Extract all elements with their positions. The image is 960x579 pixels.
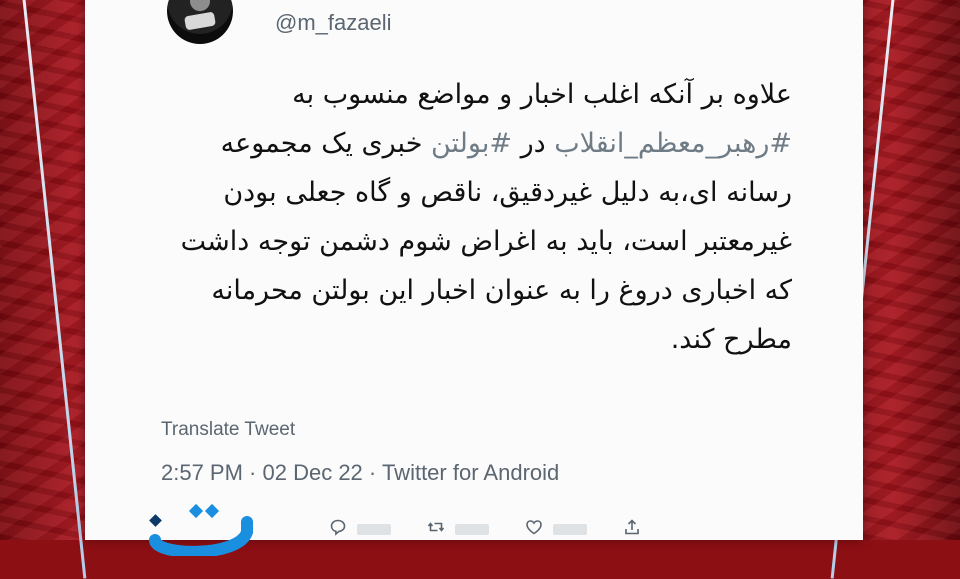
reply-count-placeholder <box>357 524 391 535</box>
user-handle[interactable]: @m_fazaeli <box>275 10 392 36</box>
tweet-text: علاوه بر آنکه اغلب اخبار و مواضع منسوب ب… <box>180 70 792 364</box>
tweet-date[interactable]: 02 Dec 22 <box>263 460 363 485</box>
tweet-card: @m_fazaeli علاوه بر آنکه اغلب اخبار و مو… <box>85 0 863 556</box>
meta-separator: · <box>362 460 382 485</box>
tweet-text-segment: علاوه بر آنکه اغلب اخبار و مواضع منسوب ب… <box>292 79 792 110</box>
tweet-time[interactable]: 2:57 PM <box>161 460 243 485</box>
hashtag-link[interactable]: #بولتن <box>431 128 512 159</box>
share-icon <box>625 519 639 535</box>
hashtag-link[interactable]: #رهبر_معظم_انقلاب <box>554 128 792 159</box>
tweet-metadata: 2:57 PM · 02 Dec 22 · Twitter for Androi… <box>161 460 559 486</box>
translate-tweet-link[interactable]: Translate Tweet <box>161 419 295 441</box>
tweet-text-segment: خبری یک مجموعه رسانه ای،به دلیل غیردقیق،… <box>180 128 792 355</box>
news-agency-logo <box>149 503 253 556</box>
reply-icon <box>330 519 346 536</box>
like-count-placeholder <box>553 524 587 535</box>
retweet-icon <box>427 522 445 532</box>
like-icon <box>526 520 542 535</box>
tweet-text-segment: در <box>512 128 555 159</box>
meta-separator: · <box>242 460 263 485</box>
tweet-source: Twitter for Android <box>381 460 560 485</box>
retweet-count-placeholder <box>455 524 489 535</box>
avatar[interactable] <box>167 0 233 44</box>
